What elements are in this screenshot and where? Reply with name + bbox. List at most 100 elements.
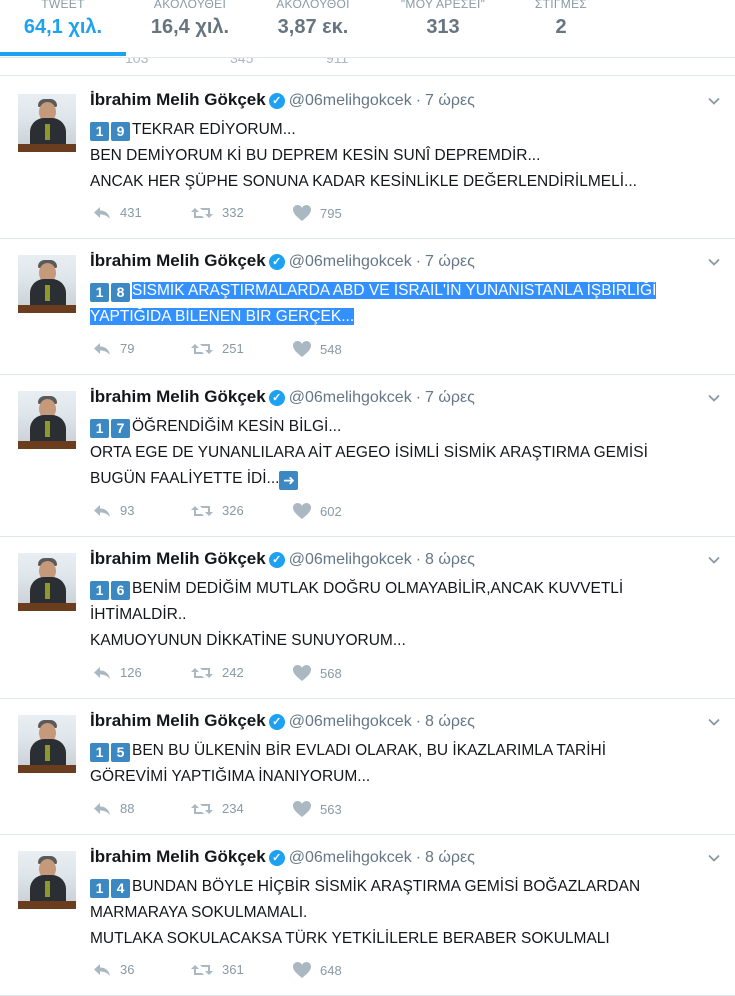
reply-button[interactable]: 88 xyxy=(92,800,134,822)
avatar-tie xyxy=(45,285,50,301)
stat-label: ΑΚΟΛΟΥΘΟΙ xyxy=(276,0,350,11)
like-button[interactable]: 563 xyxy=(292,800,342,822)
tweet[interactable]: İbrahim Melih Gökçek ✓ @06melihgokcek · 8 ώρ… xyxy=(0,699,735,835)
tweet-text-content: ANCAK HER ŞÜPHE SONUNA KADAR KESİNLİKLE … xyxy=(90,173,637,190)
like-button[interactable]: 568 xyxy=(292,664,342,686)
avatar-desk xyxy=(18,603,76,611)
avatar-tie xyxy=(45,745,50,761)
tweet-text-line: ORTA EGE DE YUNANLILARA AİT AEGEO İSİMLİ… xyxy=(90,440,720,466)
tweet-text-line: 1 8 SİSMİK ARAŞTIRMALARDA ABD VE İSRAİL'İN… xyxy=(90,278,720,304)
chevron-down-icon[interactable] xyxy=(707,553,721,567)
avatar[interactable] xyxy=(18,391,76,449)
tweet-timestamp[interactable]: 8 ώρες xyxy=(425,713,475,730)
reply-button[interactable]: 93 xyxy=(92,502,134,524)
tweet-text-line: 1 9 TEKRAR EDİYORUM... xyxy=(90,117,720,143)
tweet-timestamp[interactable]: 7 ώρες xyxy=(425,253,475,270)
verified-badge-icon: ✓ xyxy=(268,714,285,730)
chevron-down-icon[interactable] xyxy=(707,851,721,865)
stat-value: 16,4 χιλ. xyxy=(150,16,230,38)
stat-tweets[interactable]: TWEET 64,1 χιλ. xyxy=(18,0,108,39)
like-count: 648 xyxy=(320,962,342,978)
verified-badge-icon: ✓ xyxy=(268,93,285,109)
stub-like-count: 911 xyxy=(326,58,349,66)
stat-following[interactable]: ΑΚΟΛΟΥΘΕΙ 16,4 χιλ. xyxy=(142,0,238,39)
reply-button[interactable]: 36 xyxy=(92,961,134,983)
avatar-tie xyxy=(45,421,50,437)
stat-moments[interactable]: ΣΤΙΓΜΕΣ 2 xyxy=(524,0,598,39)
avatar[interactable] xyxy=(18,851,76,909)
tweet[interactable]: İbrahim Melih Gökçek ✓ @06melihgokcek · 7 ώρ… xyxy=(0,239,735,375)
avatar[interactable] xyxy=(18,255,76,313)
avatar[interactable] xyxy=(18,94,76,152)
tweet-timestamp[interactable]: 8 ώρες xyxy=(425,551,475,568)
tweet-text-line: 1 4 BUNDAN BÖYLE HİÇBİR SİSMİK ARAŞTIRMA G… xyxy=(90,874,720,900)
verified-badge-icon: ✓ xyxy=(268,552,285,568)
retweet-icon xyxy=(191,505,213,516)
author-handle[interactable]: @06melihgokcek xyxy=(289,253,412,270)
avatar[interactable] xyxy=(18,553,76,611)
retweet-button[interactable]: 361 xyxy=(190,961,244,983)
tweet[interactable]: İbrahim Melih Gökçek ✓ @06melihgokcek · 7 ώρ… xyxy=(0,78,735,239)
chevron-down-icon[interactable] xyxy=(707,94,721,108)
tweet[interactable]: İbrahim Melih Gökçek ✓ @06melihgokcek · 8 ώρ… xyxy=(0,537,735,699)
heart-icon xyxy=(293,665,311,681)
tweet[interactable]: İbrahim Melih Gökçek ✓ @06melihgokcek · 8 ώρ… xyxy=(0,835,735,996)
retweet-button[interactable]: 332 xyxy=(190,204,244,226)
stat-followers[interactable]: ΑΚΟΛΟΥΘΟΙ 3,87 εκ. xyxy=(266,0,360,39)
separator-dot: · xyxy=(415,389,422,406)
like-button[interactable]: 795 xyxy=(292,204,342,226)
author-name[interactable]: İbrahim Melih Gökçek xyxy=(90,711,266,730)
reply-button[interactable]: 79 xyxy=(92,340,134,362)
like-button[interactable]: 548 xyxy=(292,340,342,362)
tweet-timestamp[interactable]: 8 ώρες xyxy=(425,849,475,866)
chevron-down-icon[interactable] xyxy=(707,255,721,269)
reply-icon xyxy=(94,342,110,355)
like-button[interactable]: 602 xyxy=(292,502,342,524)
avatar[interactable] xyxy=(18,715,76,773)
chevron-down-icon[interactable] xyxy=(707,715,721,729)
avatar-desk xyxy=(18,901,76,909)
reply-count: 88 xyxy=(120,801,135,817)
reply-icon xyxy=(94,206,110,219)
reply-count: 126 xyxy=(120,665,142,681)
author-name[interactable]: İbrahim Melih Gökçek xyxy=(90,251,266,270)
stat-value: 2 xyxy=(555,16,567,38)
tweet[interactable]: İbrahim Melih Gökçek ✓ @06melihgokcek · 7 ώρ… xyxy=(0,375,735,537)
retweet-button[interactable]: 234 xyxy=(190,800,244,822)
right-arrow-icon: ➜ xyxy=(279,471,299,490)
tweet-timestamp[interactable]: 7 ώρες xyxy=(425,389,475,406)
tweet-text-content: İHTİMALDİR.. xyxy=(90,606,187,623)
author-handle[interactable]: @06melihgokcek xyxy=(289,92,412,109)
retweet-button[interactable]: 251 xyxy=(190,340,244,362)
author-handle[interactable]: @06melihgokcek xyxy=(289,389,412,406)
author-name[interactable]: İbrahim Melih Gökçek xyxy=(90,387,266,406)
tweet-text-content: YAPTIĞIDA BİLENEN BİR GERÇEK... xyxy=(90,308,355,325)
reply-button[interactable]: 431 xyxy=(92,204,142,226)
tweet-timestamp[interactable]: 7 ώρες xyxy=(425,92,475,109)
tweet-header: İbrahim Melih Gökçek ✓ @06melihgokcek · 7 ώρ… xyxy=(90,387,475,409)
stat-likes[interactable]: "ΜΟΥ ΑΡΕΣΕΙ" 313 xyxy=(392,0,494,39)
tweet-text: 1 8 SİSMİK ARAŞTIRMALARDA ABD VE İSRAİL'İN… xyxy=(90,278,720,330)
tweet-text: 1 7 ÖĞRENDİĞİM KESİN BİLGİ... ORTA EGE DE Y… xyxy=(90,414,720,492)
author-handle[interactable]: @06melihgokcek xyxy=(289,849,412,866)
keycap-digit-icon: 1 xyxy=(90,419,109,438)
reply-button[interactable]: 126 xyxy=(92,664,142,686)
stat-label: TWEET xyxy=(41,0,85,11)
chevron-down-icon[interactable] xyxy=(707,391,721,405)
author-name[interactable]: İbrahim Melih Gökçek xyxy=(90,549,266,568)
stat-value: 3,87 εκ. xyxy=(277,16,349,38)
author-handle[interactable]: @06melihgokcek xyxy=(289,713,412,730)
heart-icon xyxy=(293,503,311,519)
like-button[interactable]: 648 xyxy=(292,961,342,983)
retweet-button[interactable]: 242 xyxy=(190,664,244,686)
retweet-icon xyxy=(191,343,213,354)
tweet-text-line: GÖREVİMİ YAPTIĞIMA İNANIYORUM... xyxy=(90,764,720,790)
retweet-button[interactable]: 326 xyxy=(190,502,244,524)
heart-icon xyxy=(293,801,311,817)
author-handle[interactable]: @06melihgokcek xyxy=(289,551,412,568)
tweet-text-line: 1 7 ÖĞRENDİĞİM KESİN BİLGİ... xyxy=(90,414,720,440)
author-name[interactable]: İbrahim Melih Gökçek xyxy=(90,90,266,109)
stat-label: "ΜΟΥ ΑΡΕΣΕΙ" xyxy=(400,0,486,11)
keycap-digit-icon: 6 xyxy=(111,581,130,600)
author-name[interactable]: İbrahim Melih Gökçek xyxy=(90,847,266,866)
